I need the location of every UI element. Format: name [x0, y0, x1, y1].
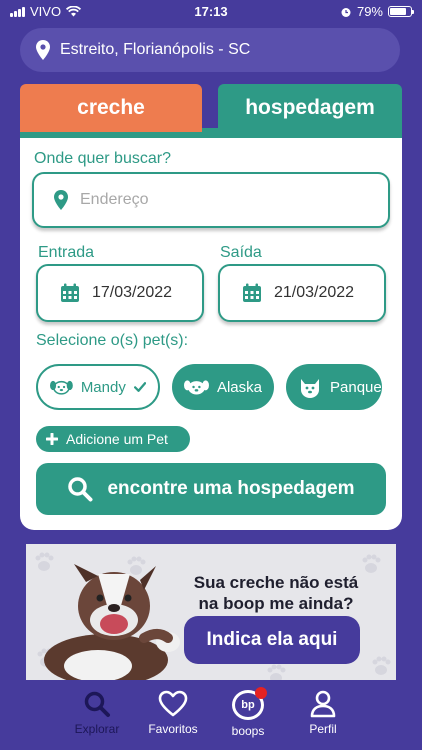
tabbar-label: Explorar: [74, 722, 120, 736]
address-input[interactable]: [80, 191, 360, 209]
saida-date-value: 21/03/2022: [274, 284, 355, 301]
alarm-icon: [341, 7, 351, 17]
battery-percent: 79%: [356, 4, 383, 19]
location-pin-icon: [36, 40, 50, 60]
tabbar-item-explorar[interactable]: Explorar: [57, 690, 137, 736]
address-field[interactable]: [32, 172, 390, 228]
plus-icon: [46, 433, 58, 445]
search-icon: [68, 477, 93, 502]
tabbar-item-boops[interactable]: bp boops: [208, 687, 288, 738]
tab-creche-edge: [20, 128, 202, 132]
tabbar-item-favoritos[interactable]: Favoritos: [133, 690, 213, 736]
user-icon: [310, 690, 336, 718]
search-card: Onde quer buscar? Entrada Saída 17/03/20…: [20, 138, 402, 530]
pets-label: Selecione o(s) pet(s):: [36, 332, 189, 349]
search-icon: [84, 691, 110, 717]
banner-text: Sua creche não está na boop me ainda?: [176, 572, 376, 614]
boops-icon: bp: [232, 687, 267, 720]
calendar-icon: [61, 283, 79, 302]
location-bar[interactable]: Estreito, Florianópolis - SC: [20, 28, 400, 72]
pet-list: Mandy Alaska Panqueca: [36, 364, 382, 410]
banner-line2: na boop me ainda?: [198, 594, 354, 613]
pet-name: Panqueca: [330, 378, 382, 396]
saida-label: Saída: [220, 244, 262, 261]
location-pin-icon: [54, 190, 68, 210]
find-lodging-button[interactable]: encontre uma hospedagem: [36, 463, 386, 515]
status-bar: VIVO 17:13 79%: [0, 0, 422, 24]
pet-chip-mandy[interactable]: Mandy: [36, 364, 160, 410]
check-icon: [133, 382, 146, 392]
location-text: Estreito, Florianópolis - SC: [60, 41, 251, 58]
dog-face-icon: [50, 380, 73, 395]
calendar-icon: [243, 283, 261, 302]
pet-chip-panqueca[interactable]: Panqueca: [286, 364, 382, 410]
status-right: 79%: [340, 4, 414, 19]
entrada-date-field[interactable]: 17/03/2022: [36, 264, 204, 322]
find-lodging-label: encontre uma hospedagem: [107, 478, 355, 499]
pet-name: Mandy: [80, 378, 126, 396]
battery-icon: [388, 6, 414, 17]
tabbar-label: Favoritos: [148, 722, 198, 736]
tabbar-item-perfil[interactable]: Perfil: [283, 690, 363, 736]
tabbar-label: Perfil: [309, 722, 337, 736]
tab-hospedagem[interactable]: hospedagem: [218, 84, 402, 132]
entrada-date-value: 17/03/2022: [92, 284, 173, 301]
promo-banner[interactable]: Sua creche não está na boop me ainda? In…: [26, 544, 396, 680]
tab-creche[interactable]: creche: [20, 84, 202, 132]
heart-icon: [158, 690, 188, 717]
pet-name: Alaska: [216, 378, 262, 396]
pet-chip-alaska[interactable]: Alaska: [172, 364, 274, 410]
dog-illustration: [44, 564, 180, 680]
entrada-label: Entrada: [38, 244, 95, 261]
search-label: Onde quer buscar?: [34, 150, 171, 167]
banner-cta-button[interactable]: Indica ela aqui: [184, 616, 360, 664]
add-pet-label: Adicione um Pet: [66, 431, 168, 447]
tabbar-label: boops: [231, 724, 265, 738]
bottom-tab-bar: Explorar Favoritos bp boops Perfil: [0, 684, 422, 750]
add-pet-button[interactable]: Adicione um Pet: [36, 426, 190, 452]
dog-face-icon: [184, 380, 209, 395]
banner-line1: Sua creche não está: [193, 573, 359, 592]
dog-face-icon: [301, 379, 319, 398]
notification-badge: [255, 687, 267, 699]
saida-date-field[interactable]: 21/03/2022: [218, 264, 386, 322]
